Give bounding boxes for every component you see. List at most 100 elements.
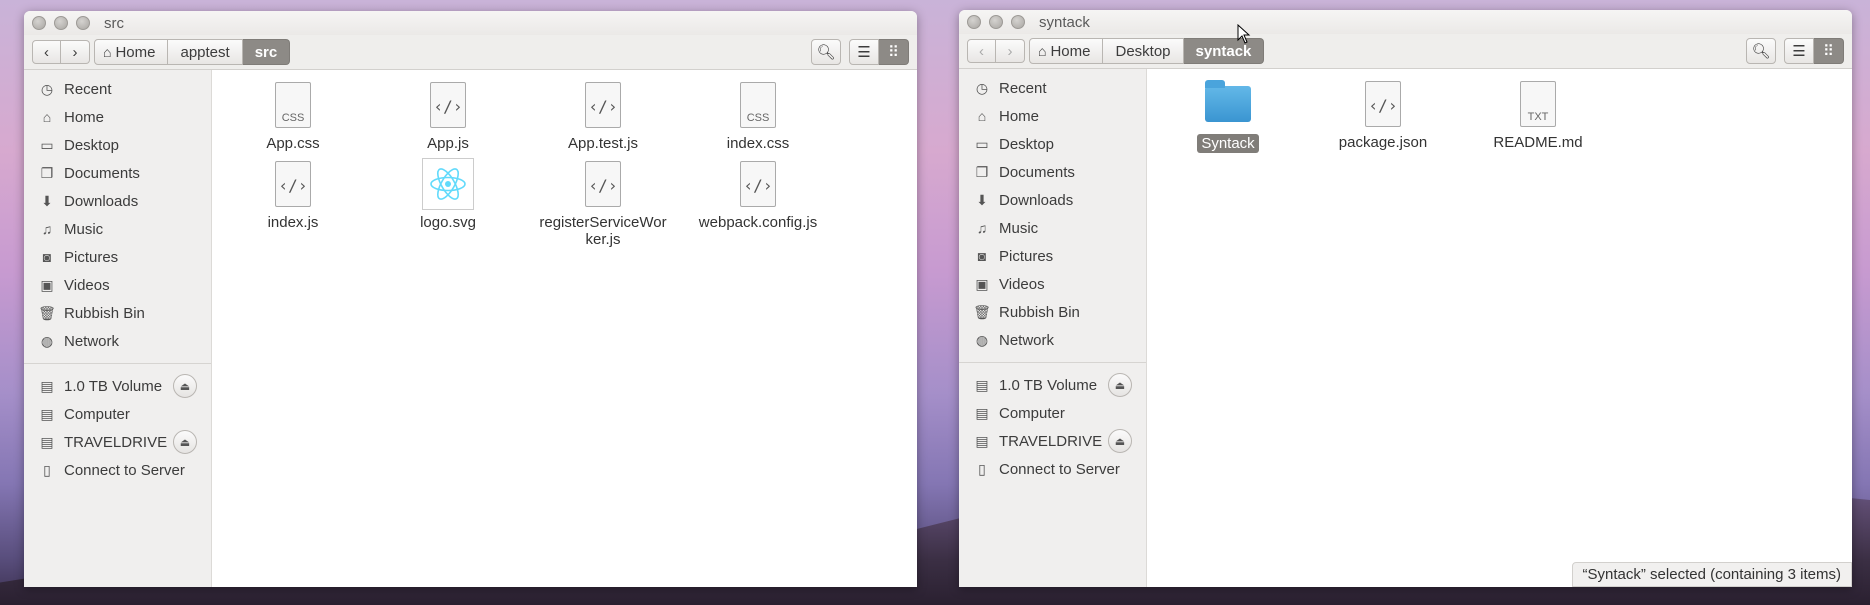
sidebar-item-rubbish-bin[interactable]: 🗑︎ Rubbish Bin bbox=[24, 299, 211, 327]
documents-icon: ❐ bbox=[40, 164, 54, 181]
sidebar-item-documents[interactable]: ❐ Documents bbox=[959, 158, 1146, 186]
sidebar-item-rubbish-bin[interactable]: 🗑︎ Rubbish Bin bbox=[959, 298, 1146, 326]
sidebar-item-1tb-volume[interactable]: ▤ 1.0 TB Volume ⏏ bbox=[24, 372, 211, 400]
file-item[interactable]: TXT README.md bbox=[1463, 78, 1613, 151]
file-item[interactable]: ‹/› package.json bbox=[1308, 78, 1458, 151]
file-item[interactable]: ‹/› App.js bbox=[373, 79, 523, 152]
sidebar-item-recent[interactable]: ◷ Recent bbox=[959, 74, 1146, 102]
search-icon: 🔍︎ bbox=[816, 44, 836, 61]
sidebar-item-downloads[interactable]: ⬇ Downloads bbox=[959, 186, 1146, 214]
file-view: Syntack ‹/› package.json TXT README.md “… bbox=[1147, 69, 1852, 587]
css-file-icon: CSS bbox=[740, 82, 776, 128]
folder-item-selected[interactable]: Syntack bbox=[1153, 78, 1303, 153]
chevron-right-icon: › bbox=[72, 43, 78, 61]
sidebar-item-connect-to-server[interactable]: ▯ Connect to Server bbox=[959, 455, 1146, 483]
file-label: App.css bbox=[266, 135, 320, 152]
sidebar-item-pictures[interactable]: ◙ Pictures bbox=[24, 243, 211, 271]
back-button[interactable]: ‹ bbox=[967, 39, 996, 63]
history-nav: ‹ › bbox=[967, 39, 1025, 63]
grid-view-button[interactable]: ⠿ bbox=[879, 39, 909, 65]
code-file-icon: ‹/› bbox=[740, 161, 776, 207]
minimize-window-button[interactable] bbox=[54, 16, 68, 30]
network-icon: ◍ bbox=[40, 332, 54, 349]
breadcrumb: ⌂ Home apptest src bbox=[94, 39, 291, 65]
forward-button[interactable]: › bbox=[61, 40, 90, 64]
sidebar-item-desktop[interactable]: ▭ Desktop bbox=[24, 131, 211, 159]
file-item[interactable]: ‹/› registerServiceWor ker.js bbox=[528, 158, 678, 248]
back-button[interactable]: ‹ bbox=[32, 40, 61, 64]
sidebar-item-traveldrive[interactable]: ▤ TRAVELDRIVE ⏏ bbox=[959, 427, 1146, 455]
eject-button[interactable]: ⏏ bbox=[1108, 429, 1132, 453]
sidebar-item-videos[interactable]: ▣ Videos bbox=[24, 271, 211, 299]
list-icon: ☰ bbox=[1792, 43, 1806, 60]
sidebar-item-computer[interactable]: ▤ Computer bbox=[24, 400, 211, 428]
home-icon: ⌂ bbox=[1038, 43, 1047, 59]
sidebar-item-traveldrive[interactable]: ▤ TRAVELDRIVE ⏏ bbox=[24, 428, 211, 456]
server-icon: ▯ bbox=[978, 460, 986, 477]
drive-icon: ▤ bbox=[40, 405, 54, 422]
sidebar-item-computer[interactable]: ▤ Computer bbox=[959, 399, 1146, 427]
sidebar-item-recent[interactable]: ◷ Recent bbox=[24, 75, 211, 103]
list-view-button[interactable]: ☰ bbox=[1784, 38, 1814, 64]
sidebar-item-1tb-volume[interactable]: ▤ 1.0 TB Volume ⏏ bbox=[959, 371, 1146, 399]
film-icon: ▣ bbox=[40, 276, 54, 293]
eject-icon: ⏏ bbox=[179, 436, 191, 449]
close-window-button[interactable] bbox=[967, 15, 981, 29]
sidebar-item-pictures[interactable]: ◙ Pictures bbox=[959, 242, 1146, 270]
close-window-button[interactable] bbox=[32, 16, 46, 30]
sidebar-item-downloads[interactable]: ⬇ Downloads bbox=[24, 187, 211, 215]
toolbar: ‹ › ⌂ Home Desktop syntack 🔍︎ ☰ ⠿ bbox=[959, 34, 1852, 69]
network-icon: ◍ bbox=[975, 331, 989, 348]
breadcrumb-apptest[interactable]: apptest bbox=[168, 39, 243, 65]
code-file-icon: ‹/› bbox=[430, 82, 466, 128]
file-item[interactable]: ‹/› webpack.config.js bbox=[683, 158, 833, 231]
sidebar-item-network[interactable]: ◍ Network bbox=[959, 326, 1146, 354]
minimize-window-button[interactable] bbox=[989, 15, 1003, 29]
file-item[interactable]: CSS index.css bbox=[683, 79, 833, 152]
breadcrumb-home[interactable]: ⌂ Home bbox=[94, 39, 169, 65]
grid-icon: ⠿ bbox=[888, 44, 899, 61]
camera-icon: ◙ bbox=[977, 248, 987, 264]
file-view: CSS App.css ‹/› App.js ‹/› App.test.js C… bbox=[212, 70, 917, 587]
eject-button[interactable]: ⏏ bbox=[173, 374, 197, 398]
file-label: README.md bbox=[1493, 134, 1583, 151]
sidebar: ◷ Recent ⌂ Home ▭ Desktop ❐ Documents ⬇ Downl… bbox=[24, 70, 212, 587]
eject-button[interactable]: ⏏ bbox=[173, 430, 197, 454]
list-icon: ☰ bbox=[857, 44, 871, 61]
file-label: App.test.js bbox=[567, 135, 639, 152]
toolbar: ‹ › ⌂ Home apptest src 🔍︎ ☰ ⠿ bbox=[24, 35, 917, 70]
file-item[interactable]: ‹/› index.js bbox=[218, 158, 368, 231]
sidebar-item-connect-to-server[interactable]: ▯ Connect to Server bbox=[24, 456, 211, 484]
sidebar-item-desktop[interactable]: ▭ Desktop bbox=[959, 130, 1146, 158]
search-button[interactable]: 🔍︎ bbox=[1746, 38, 1776, 64]
sidebar-item-documents[interactable]: ❐ Documents bbox=[24, 159, 211, 187]
chevron-left-icon: ‹ bbox=[44, 43, 49, 61]
download-icon: ⬇ bbox=[976, 191, 988, 208]
eject-button[interactable]: ⏏ bbox=[1108, 373, 1132, 397]
file-item[interactable]: ‹/› App.test.js bbox=[528, 79, 678, 152]
search-button[interactable]: 🔍︎ bbox=[811, 39, 841, 65]
maximize-window-button[interactable] bbox=[1011, 15, 1025, 29]
trash-icon: 🗑︎ bbox=[973, 303, 991, 320]
list-view-button[interactable]: ☰ bbox=[849, 39, 879, 65]
camera-icon: ◙ bbox=[42, 249, 52, 265]
sidebar-item-music[interactable]: ♫ Music bbox=[959, 214, 1146, 242]
breadcrumb-home[interactable]: ⌂ Home bbox=[1029, 38, 1104, 64]
file-item[interactable]: CSS App.css bbox=[218, 79, 368, 152]
forward-button[interactable]: › bbox=[996, 39, 1025, 63]
sidebar-item-home[interactable]: ⌂ Home bbox=[24, 103, 211, 131]
sidebar-item-home[interactable]: ⌂ Home bbox=[959, 102, 1146, 130]
server-icon: ▯ bbox=[43, 461, 51, 478]
sidebar-item-network[interactable]: ◍ Network bbox=[24, 327, 211, 355]
breadcrumb-syntack[interactable]: syntack bbox=[1183, 38, 1265, 64]
grid-view-button[interactable]: ⠿ bbox=[1814, 38, 1844, 64]
breadcrumb-desktop[interactable]: Desktop bbox=[1103, 38, 1184, 64]
maximize-window-button[interactable] bbox=[76, 16, 90, 30]
download-icon: ⬇ bbox=[41, 192, 53, 209]
sidebar-item-videos[interactable]: ▣ Videos bbox=[959, 270, 1146, 298]
breadcrumb-src[interactable]: src bbox=[242, 39, 291, 65]
file-item[interactable]: logo.svg bbox=[373, 158, 523, 231]
sidebar-item-music[interactable]: ♫ Music bbox=[24, 215, 211, 243]
clock-icon: ◷ bbox=[40, 80, 54, 97]
toolbar-right: 🔍︎ ☰ ⠿ bbox=[1746, 38, 1844, 64]
